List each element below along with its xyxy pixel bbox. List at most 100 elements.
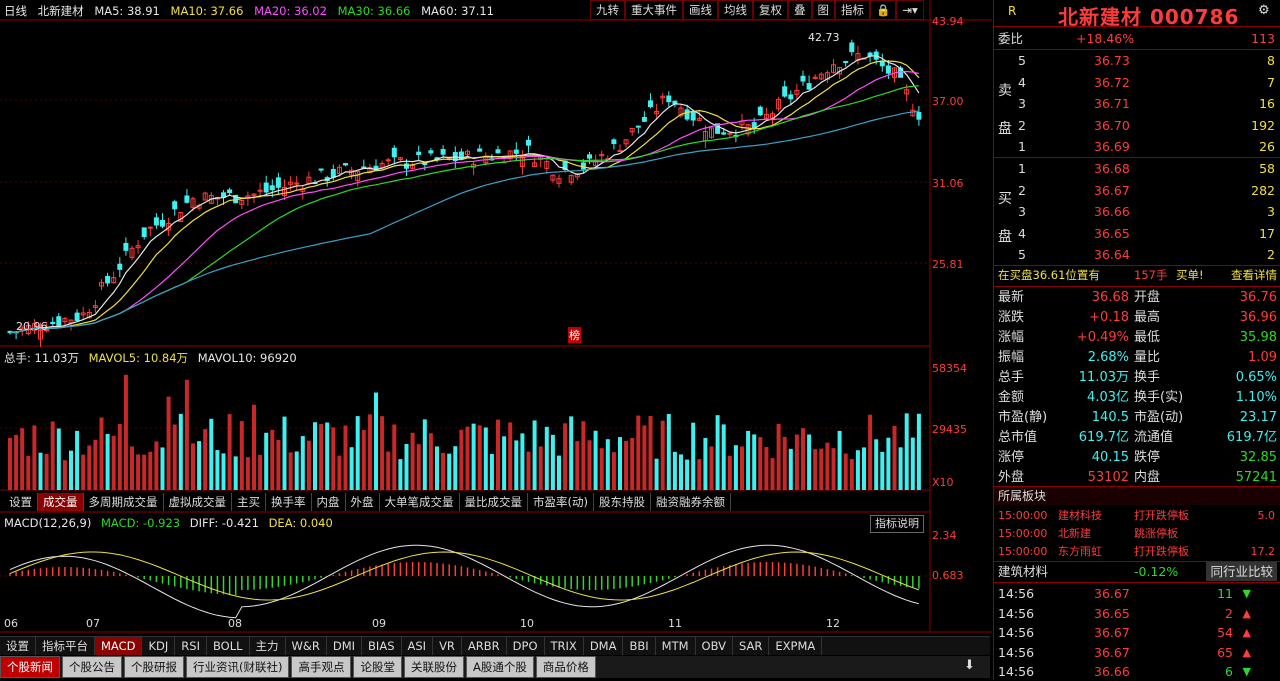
candle-body [343, 163, 348, 166]
stat-label: 涨停 [998, 450, 1025, 465]
related-row[interactable]: 15:00:00 建材科技 打开跌停板 5.0 [994, 506, 1280, 525]
vol-tab-11[interactable]: 股东持股 [594, 493, 651, 511]
candle-body [117, 263, 123, 270]
vol-tab-2[interactable]: 多周期成交量 [84, 493, 164, 511]
news-tab-2[interactable]: 个股研报 [124, 656, 184, 678]
vol-tab-1[interactable]: 成交量 [38, 493, 84, 511]
big-order-notice[interactable]: 在买盘36.61位置有 157手 买单! 查看详情 [994, 266, 1280, 285]
ask-row[interactable]: 4 36.72 7 [994, 73, 1280, 92]
sector-row[interactable]: 建筑材料 -0.12% 同行业比较 [994, 562, 1280, 581]
ask-price: 36.72 [1094, 74, 1130, 90]
vol-tab-7[interactable]: 外盘 [346, 493, 380, 511]
ask-row[interactable]: 1 36.69 26 [994, 137, 1280, 156]
related-row[interactable]: 15:00:00 东方雨虹 打开跌停板 17.2 [994, 542, 1280, 561]
indicator-tab-8[interactable]: DMI [327, 637, 363, 655]
bid-row[interactable]: 5 36.64 2 [994, 245, 1280, 264]
volume-bar [337, 455, 342, 490]
up-arrow-icon: ▲ [1242, 645, 1251, 659]
volume-bar [197, 441, 202, 490]
volume-bar [209, 418, 214, 490]
candle-body [160, 220, 165, 227]
news-tab-1[interactable]: 个股公告 [62, 656, 122, 678]
rank-marker[interactable]: 榜 [568, 327, 581, 343]
dea-value: DEA: 0.040 [268, 516, 333, 530]
ask-row[interactable]: 2 36.70 192 [994, 116, 1280, 135]
bid-row[interactable]: 3 36.66 3 [994, 202, 1280, 221]
indicator-tab-12[interactable]: ARBR [462, 637, 507, 655]
news-tab-0[interactable]: 个股新闻 [0, 656, 60, 678]
stat-row: 涨跌 +0.18 最高 36.96 [994, 308, 1280, 327]
indicator-tab-5[interactable]: BOLL [207, 637, 250, 655]
volume-bar [831, 448, 836, 490]
news-tab-7[interactable]: A股通个股 [465, 656, 534, 678]
vol-tab-8[interactable]: 大单笔成交量 [380, 493, 460, 511]
indicator-tab-3[interactable]: KDJ [142, 637, 176, 655]
volume-bar [142, 454, 147, 490]
ask-row[interactable]: 5 36.73 8 [994, 51, 1280, 70]
vol-tab-5[interactable]: 换手率 [266, 493, 312, 511]
indicator-tab-7[interactable]: W&R [286, 637, 327, 655]
download-icon[interactable]: ⬇ [964, 658, 975, 673]
tick-row: 14:56 36.67 65 ▲ [994, 643, 1280, 662]
news-tab-4[interactable]: 高手观点 [291, 656, 352, 678]
view-detail-link[interactable]: 查看详情 [1231, 266, 1277, 285]
related-value: 5.0 [1257, 509, 1276, 522]
news-tab-6[interactable]: 关联股份 [403, 656, 464, 678]
bid-price: 36.67 [1094, 182, 1130, 198]
indicator-tab-0[interactable]: 设置 [0, 637, 36, 655]
indicator-tab-4[interactable]: RSI [175, 637, 207, 655]
vol-tab-3[interactable]: 虚拟成交量 [164, 493, 232, 511]
vol-tab-0[interactable]: 设置 [4, 493, 38, 511]
bid-row[interactable]: 1 36.68 58 [994, 159, 1280, 178]
indicator-tab-13[interactable]: DPO [507, 637, 545, 655]
indicator-tab-10[interactable]: ASI [402, 637, 434, 655]
volume-bar [313, 422, 317, 490]
indicator-tab-1[interactable]: 指标平台 [36, 637, 95, 655]
volume-bar [843, 453, 848, 490]
related-title: 所属板块 [994, 487, 1280, 505]
ask-price: 36.70 [1094, 117, 1130, 133]
ask-row[interactable]: 3 36.71 16 [994, 94, 1280, 113]
macd-legend: MACD(12,26,9) MACD: -0.923 DIFF: -0.421 … [4, 516, 339, 530]
ask-level: 4 [1018, 74, 1026, 90]
bid-row[interactable]: 4 36.65 17 [994, 224, 1280, 243]
bid-price: 36.66 [1094, 204, 1130, 219]
compare-button[interactable]: 同行业比较 [1206, 562, 1277, 581]
chart-area[interactable]: 日线 北新建材 MA5: 38.91 MA10: 37.66 MA20: 36.… [0, 0, 992, 680]
indicator-tab-19[interactable]: SAR [733, 637, 770, 655]
date-axis: 06 07 08 09 10 11 12 [0, 617, 930, 630]
up-arrow-icon: ▲ [1242, 606, 1251, 620]
vol-tab-4[interactable]: 主买 [232, 493, 266, 511]
vol-tab-9[interactable]: 量比成交量 [460, 493, 528, 511]
tick-volume: 2 [1225, 605, 1233, 621]
indicator-tab-9[interactable]: BIAS [362, 637, 402, 655]
vol-tab-12[interactable]: 融资融券余额 [651, 493, 731, 511]
indicator-tab-11[interactable]: VR [433, 637, 462, 655]
news-tab-8[interactable]: 商品价格 [535, 656, 596, 678]
related-row[interactable]: 15:00:00 北新建 跳涨停板 [994, 524, 1280, 543]
indicator-tab-6[interactable]: 主力 [250, 637, 286, 655]
candle-body [257, 189, 263, 192]
volume-bar [892, 425, 897, 490]
settings-icon[interactable]: ⚙ [1258, 3, 1270, 18]
bid-row[interactable]: 2 36.67 282 [994, 181, 1280, 200]
vol-tab-10[interactable]: 市盈率(动) [528, 493, 594, 511]
indicator-tab-14[interactable]: TRIX [545, 637, 584, 655]
indicator-tab-15[interactable]: DMA [584, 637, 624, 655]
news-tab-5[interactable]: 论股堂 [353, 656, 402, 678]
vol-tab-6[interactable]: 内盘 [312, 493, 346, 511]
indicator-help-button[interactable]: 指标说明 [870, 515, 924, 533]
indicator-tab-16[interactable]: BBI [623, 637, 656, 655]
candle-body [263, 182, 269, 193]
indicator-tab-2[interactable]: MACD [95, 637, 143, 655]
indicator-tab-20[interactable]: EXPMA [769, 637, 823, 655]
vol-tick-3: X10 [932, 476, 954, 489]
news-tab-3[interactable]: 行业资讯(财联社) [186, 656, 290, 678]
volume-bar [910, 437, 915, 490]
indicator-tab-18[interactable]: OBV [696, 637, 733, 655]
indicator-tab-17[interactable]: MTM [656, 637, 696, 655]
volume-bar [801, 428, 805, 490]
diff-value: DIFF: -0.421 [189, 516, 259, 530]
volume-bar [56, 428, 61, 490]
volume-bar [794, 434, 799, 490]
